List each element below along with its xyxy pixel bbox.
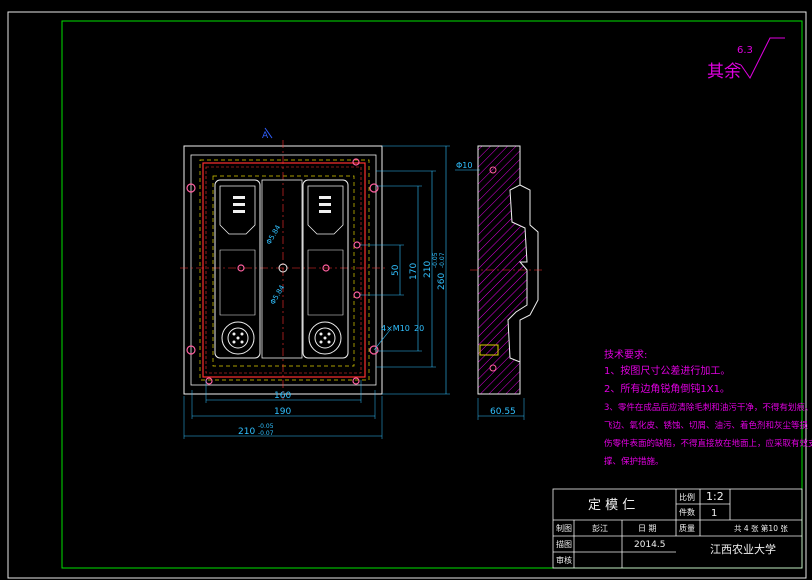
cavity-right xyxy=(302,179,349,359)
roughness-symbol: 其余 6.3 xyxy=(707,37,785,82)
technical-notes: 技术要求: 1、按图尺寸公差进行加工。 2、所有边角锐角倒钝1X1。 3、零件在… xyxy=(604,348,812,467)
design-label: 制图 xyxy=(556,523,572,533)
notes-line-1: 1、按图尺寸公差进行加工。 xyxy=(604,364,730,377)
dim-210: 210 xyxy=(238,427,255,437)
title-block-text: 定 模 仁 比例 1:2 件数 1 制图 彭江 日 期 质量 共 4 张 第10… xyxy=(556,490,788,565)
sheets: 共 4 张 第10 张 xyxy=(734,523,788,533)
check-label: 描图 xyxy=(556,539,572,549)
dim-190: 190 xyxy=(274,407,291,417)
dim-depth: 20 xyxy=(414,324,424,333)
school-name: 江西农业大学 xyxy=(710,542,776,556)
notes-line-2: 2、所有边角锐角倒钝1X1。 xyxy=(604,382,730,395)
dim-260: 260 xyxy=(437,273,447,290)
weight-label: 质量 xyxy=(679,523,695,533)
dim-210-tol-lower: -0.07 xyxy=(258,430,274,437)
dim-phi10: Φ10 xyxy=(456,161,472,170)
dim-phi584-b: Φ5.84 xyxy=(269,283,287,306)
dim-holes: 4×M10 xyxy=(381,324,410,333)
review-label: 审核 xyxy=(556,555,572,565)
dim-160: 160 xyxy=(274,391,291,401)
date-label: 日 期 xyxy=(638,524,657,533)
scale-value: 1:2 xyxy=(706,490,724,503)
dim-260-tol-upper: -0.05 xyxy=(432,252,439,268)
dim-210-tol-upper: -0.05 xyxy=(258,423,274,430)
scale-label: 比例 xyxy=(679,492,695,502)
cavity-left xyxy=(214,179,261,359)
side-view xyxy=(470,145,545,395)
front-view: A xyxy=(180,127,388,400)
dim-50: 50 xyxy=(391,264,401,276)
part-name: 定 模 仁 xyxy=(588,498,635,513)
svg-text:A: A xyxy=(262,131,269,141)
date-value: 2014.5 xyxy=(634,540,666,550)
roughness-label: 其余 xyxy=(707,62,741,82)
qty-label: 件数 xyxy=(679,507,695,517)
qty-value: 1 xyxy=(711,508,717,519)
designer: 彭江 xyxy=(592,523,608,533)
dim-260-tol-lower: -0.07 xyxy=(439,252,446,268)
dim-6055: 60.55 xyxy=(490,407,516,417)
notes-title: 技术要求: xyxy=(604,348,647,361)
notes-line-4: 飞边、氧化皮、锈蚀、切屑、油污、着色剂和灰尘等损 xyxy=(604,420,809,431)
dim-170: 170 xyxy=(409,263,419,280)
cad-drawing: 其余 6.3 A 160 190 210 -0.05 -0.07 260 -0.… xyxy=(7,11,812,579)
notes-line-3: 3、零件在成品后应清除毛刺和油污干净，不得有划痕、 xyxy=(604,402,812,413)
dim-phi584-a: Φ5.84 xyxy=(265,223,283,246)
dim-210-v: 210 xyxy=(423,261,433,278)
notes-line-5: 伤零件表面的缺陷，不得直接放在地面上，应采取有效支 xyxy=(604,438,812,449)
roughness-value: 6.3 xyxy=(737,45,753,56)
notes-line-6: 撑、保护措施。 xyxy=(604,456,664,467)
